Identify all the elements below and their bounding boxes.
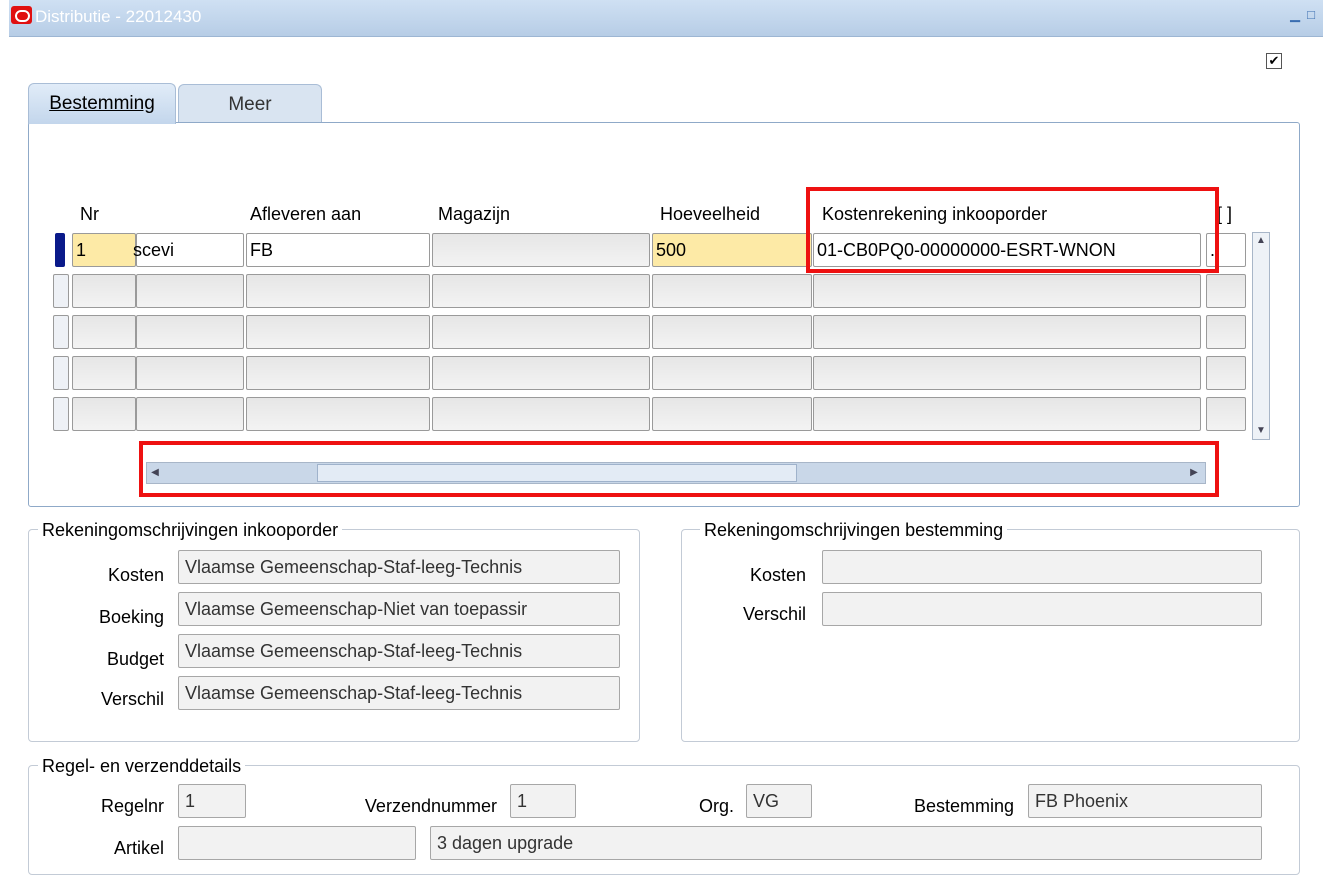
field-budget[interactable]: Vlaamse Gemeenschap-Staf-leeg-Technis [178, 634, 620, 668]
cell-nr-text: 1 [76, 240, 87, 260]
field-kosten-inkooporder-text: Vlaamse Gemeenschap-Staf-leeg-Technis [185, 557, 523, 577]
column-header-magazijn: Magazijn [438, 204, 511, 224]
label-boeking: Boeking [98, 607, 164, 627]
cell-type-text: scevi [133, 240, 175, 260]
cell-hoeveelheid[interactable] [652, 315, 812, 349]
highlight-horizontal-scrollbar [139, 441, 1219, 497]
column-header-afleveren-aan: Afleveren aan [250, 204, 362, 224]
grid-vertical-scrollbar[interactable]: ▲ ▼ [1252, 232, 1270, 440]
label-bestemming: Bestemming [913, 796, 1014, 816]
tab-meer[interactable]: Meer [178, 84, 322, 124]
label-budget: Budget [106, 649, 164, 669]
highlight-kostenrekening [806, 187, 1219, 273]
scroll-down-icon[interactable]: ▼ [1253, 423, 1269, 439]
cell-afleveren-aan[interactable]: FB [246, 233, 430, 267]
maximize-icon[interactable]: □ [1304, 8, 1318, 22]
field-artikel-omschrijving[interactable]: 3 dagen upgrade [430, 826, 1262, 860]
field-bestemming[interactable]: FB Phoenix [1028, 784, 1262, 818]
cell-nr[interactable] [72, 274, 136, 308]
label-verzendnummer: Verzendnummer [364, 796, 497, 816]
field-kosten-bestemming[interactable] [822, 550, 1262, 584]
cell-magazijn[interactable] [432, 356, 650, 390]
oracle-app-icon [11, 6, 32, 24]
row-marker[interactable] [53, 356, 69, 390]
cell-type[interactable] [136, 397, 244, 431]
cell-extra[interactable] [1206, 356, 1246, 390]
cell-afleveren-aan[interactable] [246, 356, 430, 390]
cell-kostenrekening[interactable] [813, 274, 1201, 308]
cell-magazijn[interactable] [432, 315, 650, 349]
label-org: Org. [698, 796, 734, 816]
field-verschil-inkooporder-text: Vlaamse Gemeenschap-Staf-leeg-Technis [185, 683, 523, 703]
label-kosten-bestemming: Kosten [749, 565, 806, 585]
label-verschil-inkooporder: Verschil [100, 689, 164, 709]
field-kosten-inkooporder[interactable]: Vlaamse Gemeenschap-Staf-leeg-Technis [178, 550, 620, 584]
cell-hoeveelheid[interactable] [652, 397, 812, 431]
cell-extra[interactable] [1206, 397, 1246, 431]
field-org[interactable]: VG [746, 784, 812, 818]
field-budget-text: Vlaamse Gemeenschap-Staf-leeg-Technis [185, 641, 523, 661]
window-left-edge [0, 36, 9, 865]
cell-hoeveelheid[interactable] [652, 274, 812, 308]
row-marker[interactable] [53, 315, 69, 349]
field-bestemming-text: FB Phoenix [1035, 791, 1129, 811]
row-marker[interactable] [53, 397, 69, 431]
label-verschil-bestemming: Verschil [742, 604, 806, 624]
field-verzendnummer-text: 1 [517, 791, 528, 811]
field-verschil-inkooporder[interactable]: Vlaamse Gemeenschap-Staf-leeg-Technis [178, 676, 620, 710]
cell-magazijn[interactable] [432, 397, 650, 431]
tab-bestemming[interactable]: Bestemming [28, 83, 176, 124]
window-title: Distributie - 22012430 [35, 7, 202, 26]
group-rek-inkooporder-title: Rekeningomschrijvingen inkooporder [38, 520, 343, 541]
cell-nr[interactable] [72, 315, 136, 349]
field-verschil-bestemming[interactable] [822, 592, 1262, 626]
cell-type[interactable] [136, 315, 244, 349]
cell-type[interactable] [136, 356, 244, 390]
column-header-nr: Nr [80, 204, 99, 224]
tab-bestemming-label: Bestemming [49, 93, 155, 114]
field-artikel-omschrijving-text: 3 dagen upgrade [437, 833, 574, 853]
cell-kostenrekening[interactable] [813, 356, 1201, 390]
column-header-hoeveelheid: Hoeveelheid [660, 204, 761, 224]
minimize-icon[interactable]: ▁ [1288, 8, 1302, 22]
cell-hoeveelheid-text: 500 [656, 240, 687, 260]
cell-afleveren-aan[interactable] [246, 274, 430, 308]
field-regelnr[interactable]: 1 [178, 784, 246, 818]
label-kosten-inkooporder: Kosten [107, 565, 164, 585]
cell-extra[interactable] [1206, 274, 1246, 308]
row-marker[interactable] [53, 274, 69, 308]
cell-type[interactable] [136, 274, 244, 308]
group-rek-bestemming-title: Rekeningomschrijvingen bestemming [700, 520, 1008, 541]
field-boeking-text: Vlaamse Gemeenschap-Niet van toepassir [185, 599, 528, 619]
cell-afleveren-aan[interactable] [246, 397, 430, 431]
group-regel-verzenddetails-title: Regel- en verzenddetails [38, 756, 246, 777]
field-org-text: VG [753, 791, 780, 811]
cell-extra[interactable] [1206, 315, 1246, 349]
label-regelnr: Regelnr [100, 796, 164, 816]
cell-hoeveelheid[interactable]: 500 [652, 233, 812, 267]
field-verzendnummer[interactable]: 1 [510, 784, 576, 818]
cell-magazijn[interactable] [432, 274, 650, 308]
cell-nr[interactable]: 1 [72, 233, 136, 267]
cell-afleveren-aan-text: FB [250, 240, 274, 260]
window-checkbox[interactable]: ✔ [1266, 53, 1282, 69]
cell-nr[interactable] [72, 397, 136, 431]
field-regelnr-text: 1 [185, 791, 196, 811]
label-artikel: Artikel [113, 838, 164, 858]
column-header-extra: [ ] [1217, 204, 1233, 224]
field-artikel[interactable] [178, 826, 416, 860]
cell-nr[interactable] [72, 356, 136, 390]
window-title-bar[interactable]: Distributie - 22012430 ▁ □ ✕ [9, 0, 1323, 37]
cell-magazijn[interactable] [432, 233, 650, 267]
tab-meer-label: Meer [228, 94, 272, 115]
current-row-marker[interactable] [55, 233, 65, 267]
cell-type[interactable]: scevi [133, 233, 244, 267]
cell-kostenrekening[interactable] [813, 397, 1201, 431]
cell-hoeveelheid[interactable] [652, 356, 812, 390]
scroll-up-icon[interactable]: ▲ [1253, 233, 1269, 249]
cell-kostenrekening[interactable] [813, 315, 1201, 349]
field-boeking[interactable]: Vlaamse Gemeenschap-Niet van toepassir [178, 592, 620, 626]
cell-afleveren-aan[interactable] [246, 315, 430, 349]
